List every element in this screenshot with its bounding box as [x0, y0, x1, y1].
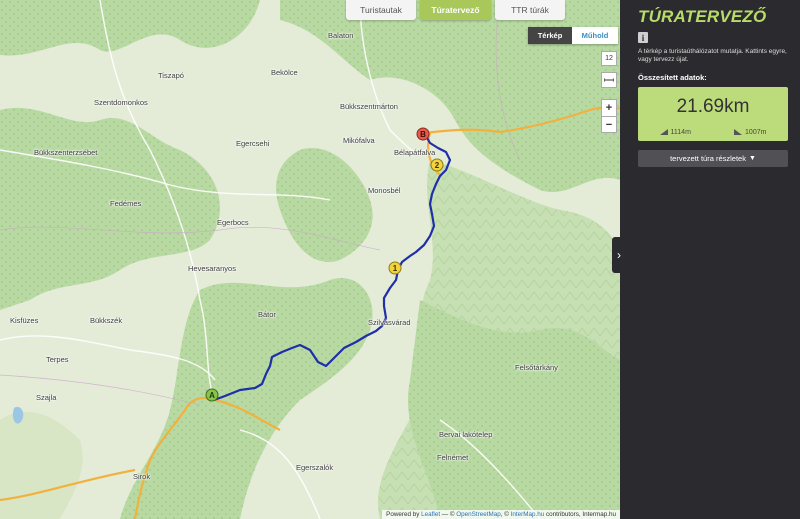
- place-label: Bátor: [258, 310, 276, 319]
- ascent-icon: [659, 128, 668, 135]
- zoom-level-indicator: 12: [601, 51, 617, 66]
- place-label: Bükkszék: [90, 316, 123, 325]
- zoom-out-button[interactable]: −: [601, 116, 617, 133]
- chevron-down-icon: ▼: [748, 154, 756, 162]
- descent-stat: 1007m: [734, 128, 767, 136]
- leaflet-link[interactable]: Leaflet: [421, 511, 440, 518]
- place-label: Mikófalva: [343, 136, 375, 145]
- map-type-map-button[interactable]: Térkép: [528, 27, 572, 44]
- tab-turatervezo[interactable]: Túratervező: [420, 0, 491, 20]
- place-label: Bükkszentmárton: [340, 102, 398, 111]
- place-label: Felsőtárkány: [515, 363, 558, 372]
- place-label: Bükkszenterzsébet: [34, 148, 98, 157]
- top-tabs: Turistautak Túratervező TTR túrák: [346, 0, 565, 20]
- route-end-marker[interactable]: B: [416, 127, 430, 141]
- place-label: Tiszapó: [158, 71, 184, 80]
- ascent-value: 1114m: [670, 128, 691, 136]
- place-label: Bervai lakótelep: [439, 430, 493, 439]
- place-label: Szilvásvárad: [368, 318, 411, 327]
- sidebar-toggle-button[interactable]: ›: [612, 237, 626, 273]
- attribution-mid: — ©: [441, 511, 455, 518]
- place-label: Sirok: [133, 472, 151, 481]
- ruler-icon[interactable]: [601, 72, 617, 88]
- route-start-marker[interactable]: A: [205, 388, 219, 402]
- place-label: Monosbél: [368, 186, 401, 195]
- waypoint-label-1: 1: [393, 264, 398, 273]
- waypoint-marker-1[interactable]: 1: [388, 261, 402, 275]
- place-label: Egerbocs: [217, 218, 249, 227]
- place-label: Fedémes: [110, 199, 142, 208]
- place-label: Hevesaranyos: [188, 264, 236, 273]
- attribution-prefix: Powered by: [386, 511, 420, 518]
- route-details-label: tervezett túra részletek: [670, 153, 746, 163]
- map-attribution: Powered by Leaflet — © OpenStreetMap, © …: [382, 510, 620, 519]
- route-details-button[interactable]: tervezett túra részletek ▼: [638, 149, 788, 167]
- tab-turistautak[interactable]: Turistautak: [346, 0, 416, 20]
- tab-ttr-turak[interactable]: TTR túrák: [495, 0, 565, 20]
- sidebar-title: TÚRATERVEZŐ: [638, 7, 767, 26]
- route-markers: A B 1 2: [205, 127, 444, 402]
- end-label: B: [420, 130, 426, 139]
- map-view[interactable]: A B 1 2 Balaton Tiszapó Bekölce Szentdom…: [0, 0, 620, 519]
- zoom-in-button[interactable]: +: [601, 99, 617, 116]
- descent-icon: [734, 128, 743, 135]
- stats-label: Összesített adatok:: [638, 72, 707, 82]
- place-label: Szentdomonkos: [94, 98, 148, 107]
- attribution-sep: , ©: [500, 511, 509, 518]
- place-label: Szajla: [36, 393, 57, 402]
- place-label: Egercsehi: [236, 139, 270, 148]
- map-type-switch: Térkép Műhold: [528, 27, 618, 44]
- descent-value: 1007m: [745, 128, 767, 136]
- chevron-right-icon: ›: [617, 248, 621, 262]
- openstreetmap-link[interactable]: OpenStreetMap: [456, 511, 500, 518]
- place-label: Bekölce: [271, 68, 298, 77]
- place-label: Bélapátfalva: [394, 148, 436, 157]
- total-distance: 21.69km: [676, 95, 750, 117]
- place-label: Terpes: [46, 355, 69, 364]
- waypoint-marker-2[interactable]: 2: [430, 158, 444, 172]
- intermap-link[interactable]: InterMap.hu: [511, 511, 545, 518]
- place-label: Egerszalók: [296, 463, 334, 472]
- place-label: Felnémet: [437, 453, 469, 462]
- waypoint-label-2: 2: [435, 161, 440, 170]
- info-icon[interactable]: i: [638, 32, 648, 43]
- map-type-satellite-button[interactable]: Műhold: [572, 27, 618, 44]
- place-label: Balaton: [328, 31, 354, 40]
- sidebar-panel: TÚRATERVEZŐ i A térkép a turistaúthálóza…: [626, 0, 800, 519]
- ascent-stat: 1114m: [659, 128, 691, 136]
- attribution-suffix: contributors, Intermap.hu: [545, 511, 616, 518]
- start-label: A: [209, 391, 215, 400]
- stats-box: 21.69km 1114m 1007m: [638, 86, 788, 141]
- place-label: Kisfüzes: [10, 316, 39, 325]
- sidebar-description: A térkép a turistaúthálózatot mutatja. K…: [638, 47, 787, 63]
